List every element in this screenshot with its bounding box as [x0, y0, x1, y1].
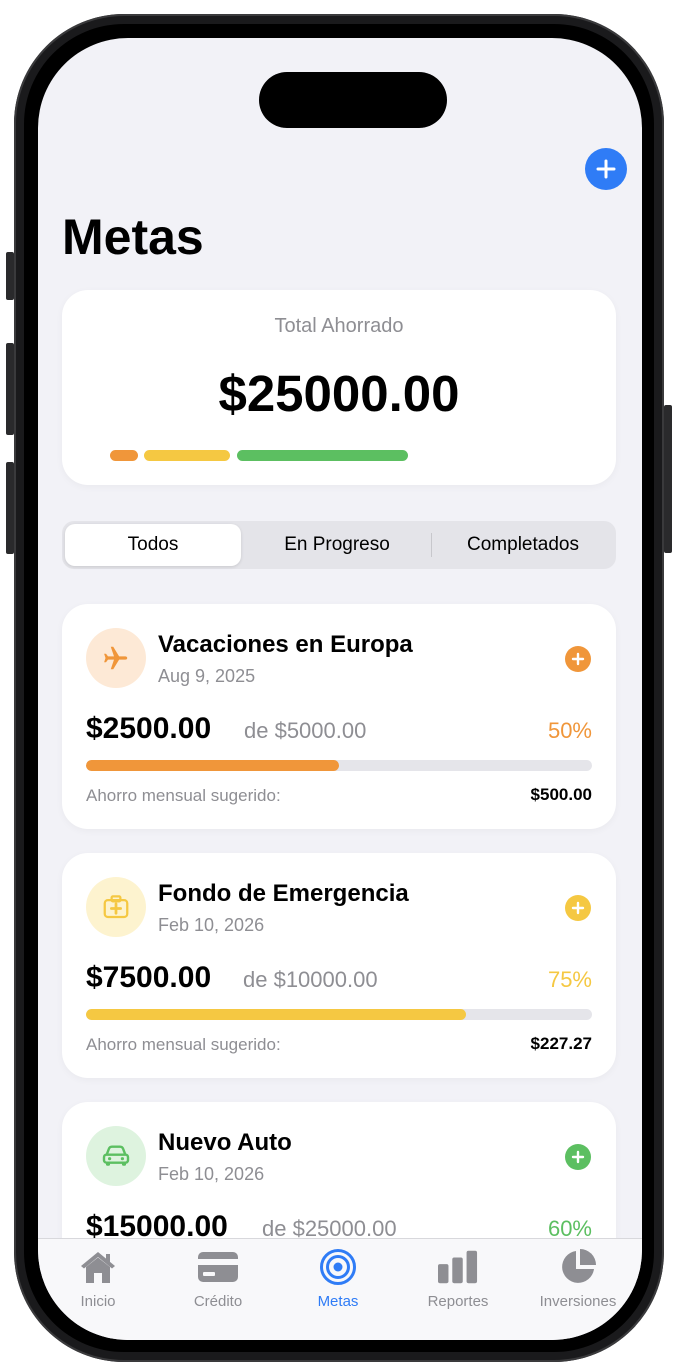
screen: Metas Total Ahorrado $25000.00 Todos En … — [38, 38, 642, 1340]
tab-credito[interactable]: Crédito — [158, 1247, 278, 1310]
car-icon — [102, 1145, 130, 1166]
goal-card-emergencia[interactable]: Fondo de Emergencia Feb 10, 2026 $7500.0… — [62, 853, 616, 1078]
goal-date: Aug 9, 2025 — [158, 666, 256, 686]
target-icon — [318, 1247, 358, 1287]
plus-icon — [571, 1150, 585, 1164]
goal-icon-badge — [86, 628, 146, 688]
page-title: Metas — [62, 209, 204, 265]
add-contribution-button[interactable] — [565, 1144, 591, 1170]
tab-label: Inversiones — [539, 1293, 617, 1310]
suggested-monthly-value: $500.00 — [530, 785, 592, 804]
goal-progress-fill — [86, 760, 339, 771]
goal-name: Vacaciones en Europa — [158, 631, 413, 658]
goal-icon-badge — [86, 877, 146, 937]
plus-icon — [571, 652, 585, 666]
goal-icon-badge — [86, 1126, 146, 1186]
tab-label: Crédito — [193, 1293, 243, 1310]
goal-date: Feb 10, 2026 — [158, 1164, 265, 1184]
filter-completados[interactable]: Completados — [434, 524, 612, 566]
summary-bar-vacation — [110, 450, 138, 461]
goal-target-amount: de $5000.00 — [244, 718, 367, 743]
dynamic-island — [259, 72, 447, 128]
tab-label: Metas — [317, 1293, 359, 1310]
tab-label: Reportes — [427, 1293, 489, 1310]
add-goal-button[interactable] — [585, 148, 627, 190]
bar-chart-icon — [438, 1247, 478, 1287]
goal-progress-track — [86, 1009, 592, 1020]
goal-date: Feb 10, 2026 — [158, 915, 265, 935]
tab-inversiones[interactable]: Inversiones — [518, 1247, 638, 1310]
pie-chart-icon — [558, 1247, 598, 1287]
airplane-icon — [104, 646, 128, 670]
add-contribution-button[interactable] — [565, 895, 591, 921]
goal-percent: 50% — [547, 718, 592, 743]
total-saved-amount: $25000.00 — [218, 365, 460, 422]
volume-up-button — [6, 343, 14, 435]
tab-inicio[interactable]: Inicio — [38, 1247, 158, 1310]
goal-percent: 75% — [547, 967, 592, 992]
suggested-monthly-label: Ahorro mensual sugerido: — [86, 786, 281, 805]
total-saved-card: Total Ahorrado $25000.00 — [62, 290, 616, 485]
goal-progress-fill — [86, 1009, 466, 1020]
suggested-monthly-value: $227.27 — [530, 1034, 592, 1053]
filter-todos[interactable]: Todos — [65, 524, 241, 566]
goal-target-amount: de $10000.00 — [243, 967, 378, 992]
tab-metas[interactable]: Metas — [278, 1247, 398, 1310]
goal-card-vacaciones[interactable]: Vacaciones en Europa Aug 9, 2025 $2500.0… — [62, 604, 616, 829]
credit-card-icon — [198, 1247, 238, 1287]
goal-name: Nuevo Auto — [158, 1129, 292, 1156]
goal-progress-track — [86, 760, 592, 771]
tab-bar: Inicio Crédito Metas Reportes Inversione… — [38, 1238, 642, 1340]
silent-switch — [6, 252, 14, 300]
goal-saved-amount: $7500.00 — [86, 961, 212, 994]
suggested-monthly-label: Ahorro mensual sugerido: — [86, 1035, 281, 1054]
summary-bar-car — [237, 450, 408, 461]
goal-filter-segmented-control: Todos En Progreso Completados — [62, 521, 616, 569]
tab-label: Inicio — [80, 1293, 116, 1310]
goal-name: Fondo de Emergencia — [158, 880, 409, 907]
house-icon — [78, 1247, 118, 1287]
volume-down-button — [6, 462, 14, 554]
plus-icon — [571, 901, 585, 915]
first-aid-kit-icon — [103, 895, 129, 919]
plus-icon — [596, 159, 616, 179]
summary-bar-emergency — [144, 450, 230, 461]
tab-reportes[interactable]: Reportes — [398, 1247, 518, 1310]
segment-divider — [431, 533, 432, 557]
goal-saved-amount: $2500.00 — [86, 712, 212, 745]
total-saved-label: Total Ahorrado — [274, 315, 404, 337]
filter-en-progreso[interactable]: En Progreso — [247, 524, 427, 566]
add-contribution-button[interactable] — [565, 646, 591, 672]
power-button — [664, 405, 672, 553]
